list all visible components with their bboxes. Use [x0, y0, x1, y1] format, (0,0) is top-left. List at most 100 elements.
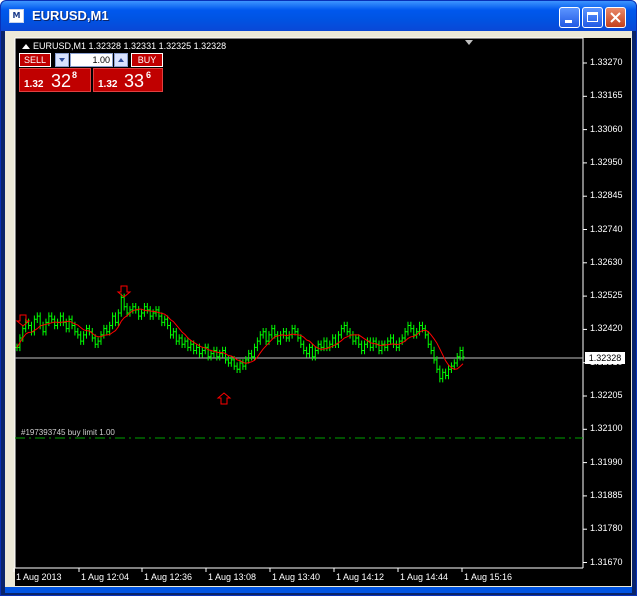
price-bar	[200, 346, 204, 358]
price-bar	[423, 324, 427, 339]
volume-input[interactable]: 1.00	[70, 53, 113, 67]
price-bar	[394, 340, 398, 352]
price-bar	[145, 303, 149, 314]
price-bar	[56, 318, 60, 330]
up-arrow-icon	[216, 392, 232, 405]
price-tick-label: 1.33165	[590, 90, 623, 101]
price-bar	[209, 349, 213, 361]
time-axis-label: 1 Aug 13:40	[272, 572, 321, 582]
price-bar	[224, 346, 228, 364]
price-bar	[255, 337, 259, 352]
price-bar	[290, 324, 294, 339]
price-bar	[116, 309, 120, 327]
buy-price-sup: 6	[146, 70, 152, 80]
price-bar	[383, 340, 387, 352]
price-bar	[287, 331, 291, 342]
price-bar	[363, 340, 367, 355]
buy-button[interactable]: BUY	[131, 53, 163, 67]
price-bar	[168, 321, 172, 339]
price-bar	[79, 331, 83, 345]
price-tick-label: 1.31885	[590, 489, 623, 500]
price-tick-label: 1.32100	[590, 423, 623, 434]
price-bar	[180, 334, 184, 348]
buy-price-big: 33	[124, 71, 145, 91]
price-bar	[67, 315, 71, 333]
chart-info-text: EURUSD,M1 1.32328 1.32331 1.32325 1.3232…	[33, 41, 227, 51]
price-tick-label: 1.31780	[590, 523, 623, 534]
price-bar	[44, 318, 48, 336]
price-bar	[235, 362, 239, 373]
price-bar	[85, 324, 89, 339]
time-axis-label: 1 Aug 14:12	[336, 572, 385, 582]
price-bar	[336, 331, 340, 348]
price-bar	[389, 334, 393, 345]
price-bar	[276, 331, 280, 345]
price-bar	[348, 328, 352, 339]
price-bar	[308, 343, 312, 358]
price-tick-label: 1.32420	[590, 323, 623, 334]
price-bar	[334, 334, 338, 348]
price-bar	[137, 306, 141, 320]
price-bar	[435, 356, 439, 373]
price-tick-label: 1.31990	[590, 456, 623, 467]
price-tick-label: 1.33060	[590, 123, 623, 134]
chart-shift-marker-icon[interactable]	[465, 40, 473, 45]
volume-up-button[interactable]	[114, 53, 128, 67]
price-bar	[128, 306, 132, 317]
price-bar	[391, 334, 395, 348]
price-bar	[41, 321, 45, 336]
price-bar	[218, 349, 222, 361]
price-bar	[377, 340, 381, 355]
price-bar	[27, 318, 31, 330]
price-bar	[29, 321, 33, 336]
price-bar	[99, 331, 103, 345]
price-bar	[183, 337, 187, 348]
price-bar	[270, 324, 274, 339]
price-bar	[328, 340, 332, 352]
info-collapse-icon[interactable]	[22, 44, 30, 50]
price-bar	[432, 346, 436, 364]
price-bar	[441, 368, 445, 383]
price-tick-label: 1.32950	[590, 156, 623, 167]
price-bar	[360, 340, 364, 355]
price-bar	[444, 368, 448, 380]
price-tick-label: 1.32205	[590, 390, 623, 400]
price-bar	[163, 315, 167, 327]
price-bar	[264, 328, 268, 345]
price-bar	[345, 321, 349, 336]
current-price-label: 1.32328	[585, 352, 625, 364]
price-bar	[102, 324, 106, 339]
sell-price-prefix: 1.32	[24, 79, 44, 90]
price-bar	[90, 328, 94, 342]
sell-button[interactable]: SELL	[19, 53, 51, 67]
price-bar	[426, 331, 430, 348]
price-bar	[35, 312, 39, 323]
price-bar	[174, 328, 178, 345]
price-bar	[250, 349, 254, 361]
price-bar	[247, 349, 251, 364]
price-bar	[160, 312, 164, 327]
price-bar	[189, 340, 193, 352]
price-bar	[455, 353, 459, 367]
price-tick-label: 1.33270	[590, 57, 623, 67]
time-axis-label: 1 Aug 14:44	[400, 572, 449, 582]
price-bar	[342, 321, 346, 333]
time-axis-label: 1 Aug 2013	[16, 572, 62, 582]
price-bar	[438, 365, 442, 383]
price-bar	[409, 321, 413, 333]
price-bar	[305, 346, 309, 358]
price-bar	[354, 334, 358, 345]
volume-down-button[interactable]	[55, 53, 69, 67]
price-bar	[339, 324, 343, 339]
price-bar	[365, 337, 369, 348]
price-bar	[119, 293, 123, 317]
order-label: #197393745 buy limit 1.00	[21, 428, 115, 437]
sell-price-button[interactable]: 1.32 32 8	[19, 68, 91, 92]
price-bar	[58, 312, 62, 327]
price-bar	[284, 328, 288, 342]
chart-info-line: EURUSD,M1 1.32328 1.32331 1.32325 1.3232…	[22, 41, 226, 51]
price-bar	[105, 324, 109, 336]
price-bar	[241, 359, 245, 370]
price-bar	[64, 318, 68, 333]
buy-price-button[interactable]: 1.32 33 6	[93, 68, 163, 92]
